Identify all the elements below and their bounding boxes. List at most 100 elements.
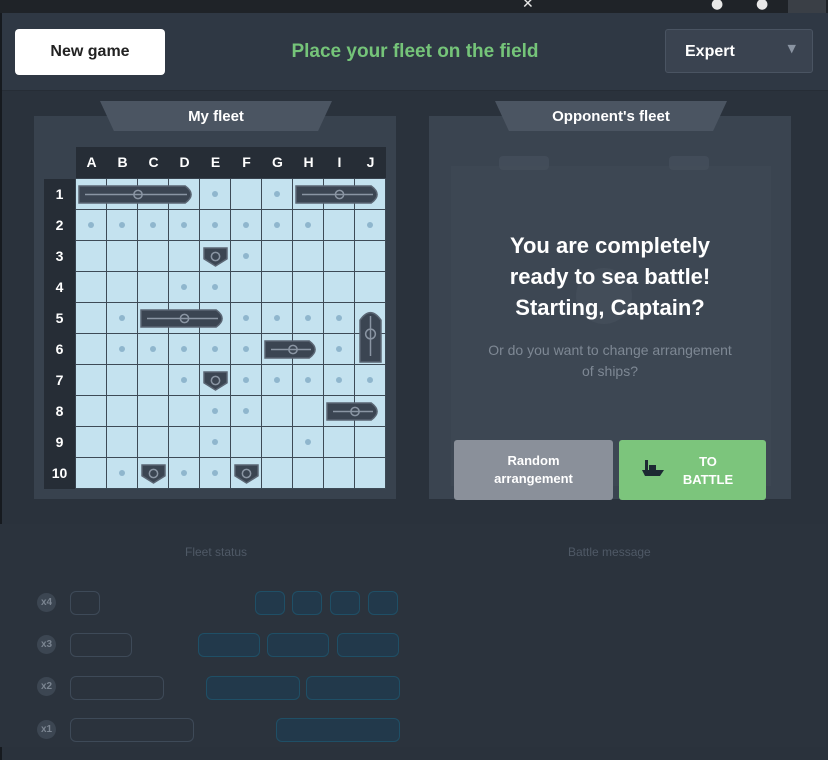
board-cell[interactable] — [107, 365, 138, 396]
board-cell[interactable] — [138, 272, 169, 303]
to-battle-button[interactable]: TO BATTLE — [619, 440, 766, 500]
board-cell[interactable] — [324, 427, 355, 458]
board-cell[interactable] — [262, 365, 293, 396]
board-cell[interactable] — [262, 272, 293, 303]
board-cell[interactable] — [107, 303, 138, 334]
board-cell[interactable] — [76, 458, 107, 489]
board-cell[interactable] — [200, 334, 231, 365]
board-cell[interactable] — [324, 272, 355, 303]
board-cell[interactable] — [324, 334, 355, 365]
board-cell[interactable] — [355, 427, 386, 458]
board-cell[interactable] — [169, 272, 200, 303]
new-game-button[interactable]: New game — [15, 29, 165, 75]
board-cell[interactable] — [169, 241, 200, 272]
ship-icon[interactable] — [263, 338, 323, 361]
board-cell[interactable] — [262, 303, 293, 334]
board-cell[interactable] — [293, 365, 324, 396]
board-cell[interactable] — [355, 458, 386, 489]
board-cell[interactable] — [76, 427, 107, 458]
difficulty-select[interactable]: Expert ▼ — [665, 29, 813, 73]
board-cell[interactable] — [293, 396, 324, 427]
board-cell[interactable] — [231, 303, 262, 334]
board-cell[interactable] — [138, 241, 169, 272]
board-cell[interactable] — [107, 272, 138, 303]
board-cell[interactable] — [324, 241, 355, 272]
board-cell[interactable] — [355, 210, 386, 241]
board-cell[interactable] — [324, 365, 355, 396]
ship-icon[interactable] — [294, 183, 385, 206]
board-cell[interactable] — [107, 210, 138, 241]
board-cell[interactable] — [107, 396, 138, 427]
board-cell[interactable] — [200, 210, 231, 241]
ship-icon[interactable] — [325, 400, 385, 423]
board-cell[interactable] — [231, 210, 262, 241]
ship-icon[interactable] — [232, 462, 261, 485]
ship-icon[interactable] — [201, 369, 230, 392]
board-cell[interactable] — [169, 365, 200, 396]
board-cell[interactable] — [107, 334, 138, 365]
board-cell[interactable] — [324, 303, 355, 334]
board-cell[interactable] — [169, 334, 200, 365]
board-cell[interactable] — [355, 241, 386, 272]
board-cell[interactable] — [231, 241, 262, 272]
ship-icon[interactable] — [357, 304, 384, 364]
circle-icon[interactable]: ● — [756, 0, 768, 12]
fleet-status-ship — [70, 676, 164, 700]
board-cell[interactable] — [262, 241, 293, 272]
board-cell[interactable] — [138, 365, 169, 396]
board-cell[interactable] — [138, 334, 169, 365]
board-cell[interactable] — [76, 272, 107, 303]
board-cell[interactable] — [138, 427, 169, 458]
board-cell[interactable] — [200, 179, 231, 210]
board-cell[interactable] — [107, 458, 138, 489]
board-cell[interactable] — [169, 210, 200, 241]
circle-icon[interactable]: ● — [711, 0, 723, 12]
board-cell[interactable] — [169, 396, 200, 427]
board-cell[interactable] — [324, 458, 355, 489]
board-cell[interactable] — [231, 179, 262, 210]
menu-button[interactable] — [788, 0, 826, 13]
board-cell[interactable] — [293, 303, 324, 334]
ship-icon[interactable] — [77, 183, 199, 206]
ship-icon[interactable] — [201, 245, 230, 268]
board-cell[interactable] — [355, 272, 386, 303]
board-cell[interactable] — [293, 210, 324, 241]
board-cell[interactable] — [293, 241, 324, 272]
board-cell[interactable] — [76, 396, 107, 427]
board-cell[interactable] — [138, 396, 169, 427]
board-cell[interactable] — [76, 334, 107, 365]
board-cell[interactable] — [324, 210, 355, 241]
board-cell[interactable] — [355, 365, 386, 396]
board-cell[interactable] — [262, 210, 293, 241]
row-header: 5 — [44, 303, 75, 334]
board-cell[interactable] — [262, 458, 293, 489]
close-icon[interactable]: ✕ — [522, 0, 534, 12]
board-cell[interactable] — [293, 272, 324, 303]
board-cell[interactable] — [138, 210, 169, 241]
board-cell[interactable] — [107, 427, 138, 458]
ship-icon[interactable] — [139, 462, 168, 485]
board-cell[interactable] — [76, 210, 107, 241]
board-cell[interactable] — [200, 458, 231, 489]
board-cell[interactable] — [231, 365, 262, 396]
board-cell[interactable] — [231, 334, 262, 365]
board-cell[interactable] — [169, 427, 200, 458]
board-cell[interactable] — [200, 427, 231, 458]
board-cell[interactable] — [262, 427, 293, 458]
board-cell[interactable] — [200, 396, 231, 427]
board-cell[interactable] — [262, 179, 293, 210]
board-cell[interactable] — [200, 272, 231, 303]
board-cell[interactable] — [169, 458, 200, 489]
board-cell[interactable] — [262, 396, 293, 427]
board-cell[interactable] — [107, 241, 138, 272]
board-cell[interactable] — [76, 365, 107, 396]
board-cell[interactable] — [76, 303, 107, 334]
random-arrangement-button[interactable]: Random arrangement — [454, 440, 613, 500]
board-cell[interactable] — [293, 458, 324, 489]
board-cell[interactable] — [231, 427, 262, 458]
board-cell[interactable] — [231, 272, 262, 303]
board-cell[interactable] — [293, 427, 324, 458]
board-cell[interactable] — [76, 241, 107, 272]
board-cell[interactable] — [231, 396, 262, 427]
ship-icon[interactable] — [139, 307, 230, 330]
